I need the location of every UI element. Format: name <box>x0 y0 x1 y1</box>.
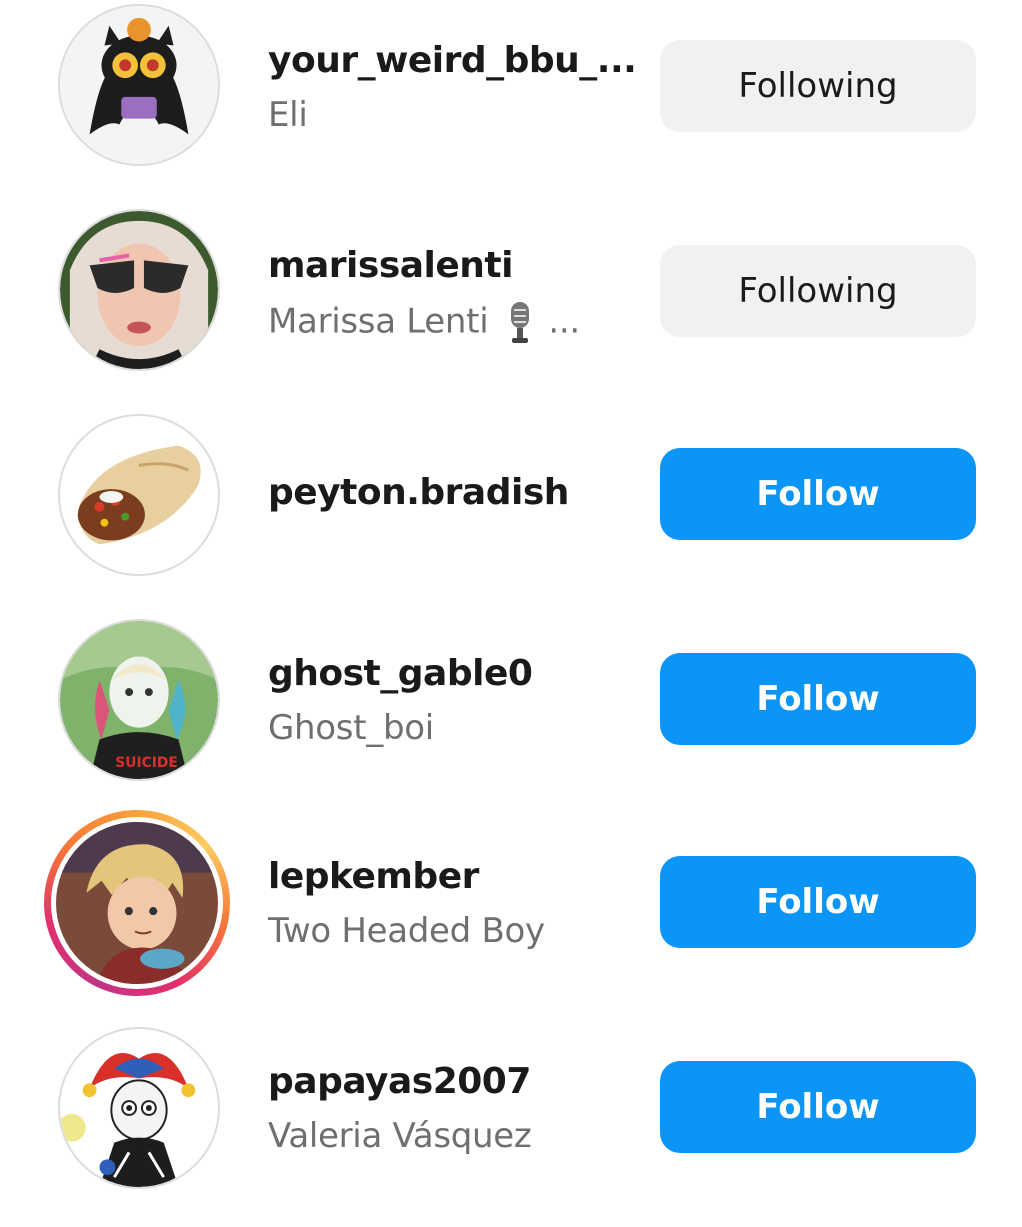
list-item[interactable]: lepkember Two Headed Boy Follow <box>0 810 1022 1022</box>
avatar[interactable]: SUICIDE <box>58 619 220 781</box>
full-name: Eli <box>268 95 308 135</box>
svg-text:SUICIDE: SUICIDE <box>115 755 177 771</box>
username[interactable]: papayas2007 <box>268 1061 638 1102</box>
username[interactable]: marissalenti <box>268 245 638 286</box>
username[interactable]: ghost_gable0 <box>268 653 638 694</box>
full-name: Two Headed Boy <box>268 911 545 951</box>
list-item[interactable]: SUICIDE ghost_gable0 Ghost_boi Follow <box>0 615 1022 819</box>
follow-button[interactable]: Follow <box>660 653 976 745</box>
full-name: Marissa Lenti <box>268 301 489 342</box>
microphone-icon <box>511 302 530 343</box>
follow-button[interactable]: Follow <box>660 448 976 540</box>
list-item[interactable]: marissalenti Marissa Lenti ... Following <box>0 205 1022 409</box>
avatar[interactable] <box>58 1027 220 1189</box>
cartoon-boy-with-cup <box>56 822 218 984</box>
full-name: Valeria Vásquez <box>268 1116 532 1156</box>
cartoon-demon-icon <box>60 6 218 164</box>
list-item[interactable]: your_weird_bbu_... Eli Following <box>0 0 1022 204</box>
cartoon-harley-quinn: SUICIDE <box>60 621 218 779</box>
selfie-photo <box>60 211 218 369</box>
follow-button[interactable]: Follow <box>660 1061 976 1153</box>
following-button[interactable]: Following <box>660 245 976 337</box>
avatar[interactable] <box>58 4 220 166</box>
avatar[interactable] <box>58 209 220 371</box>
cartoon-jester <box>60 1029 218 1187</box>
list-item[interactable]: papayas2007 Valeria Vásquez Follow <box>0 1023 1022 1227</box>
avatar-story-ring[interactable] <box>44 810 230 996</box>
list-item[interactable]: peyton.bradish Follow <box>0 410 1022 614</box>
following-button[interactable]: Following <box>660 40 976 132</box>
username[interactable]: your_weird_bbu_... <box>268 40 638 81</box>
burrito-image <box>60 416 218 574</box>
following-list: your_weird_bbu_... Eli Following marissa… <box>0 0 1022 1200</box>
username[interactable]: lepkember <box>268 856 638 897</box>
follow-button[interactable]: Follow <box>660 856 976 948</box>
avatar <box>51 817 223 989</box>
username[interactable]: peyton.bradish <box>268 472 638 513</box>
full-name-row: Marissa Lenti ... <box>268 300 638 346</box>
full-name-ellipsis: ... <box>548 301 580 342</box>
avatar[interactable] <box>58 414 220 576</box>
full-name: Ghost_boi <box>268 708 434 748</box>
